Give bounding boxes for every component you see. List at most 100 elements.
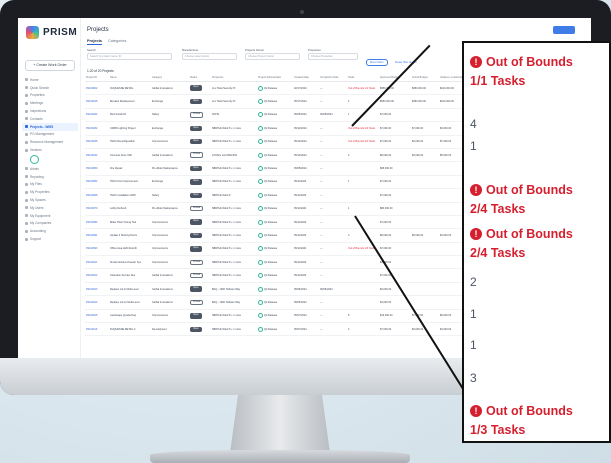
sidebar-item[interactable]: Home <box>22 76 78 84</box>
table-row[interactable]: P2100102 Collection Service Due Global Inn… <box>85 268 491 283</box>
user-icon <box>258 139 263 145</box>
table-row[interactable]: P2100104 Replace Lid on Multi-Level Global… <box>85 295 491 310</box>
table-cell <box>411 268 439 283</box>
table-cell[interactable]: P2100103 <box>85 282 109 297</box>
table-cell: Q4 Release <box>257 202 293 216</box>
table-row[interactable]: P2100068 HVAC Installation 2025 Safety Open… <box>85 188 491 203</box>
table-cell[interactable]: P2100015 <box>85 94 109 109</box>
table-row[interactable]: P2100050 Fire Repair Pre-Rider Maintenance… <box>85 161 491 176</box>
column-header[interactable]: Status <box>189 74 211 82</box>
table-cell[interactable]: P2100105 <box>85 309 109 324</box>
nav-icon <box>25 117 28 121</box>
sidebar-item[interactable]: Resource Management <box>22 138 78 146</box>
column-header[interactable]: Project Administrator <box>257 74 293 82</box>
sidebar-item[interactable]: Projects - WMS <box>22 122 78 131</box>
sidebar-item[interactable]: Reporting <box>22 173 78 181</box>
table-cell: — <box>319 121 347 136</box>
table-row[interactable]: P2100103 Replace Lid in Multi-Level Global… <box>85 282 491 297</box>
column-header[interactable]: Completion Date <box>319 74 347 82</box>
sidebar-item[interactable]: Vendors <box>22 146 78 154</box>
table-row[interactable]: P2100015 Elevator Replacement Exchange Open… <box>85 94 491 109</box>
table-cell[interactable]: P2100070 <box>85 202 109 216</box>
sidebar-item[interactable]: My Spaces <box>22 196 78 204</box>
tab-projects[interactable]: Projects <box>87 39 102 45</box>
column-header[interactable]: Category <box>151 74 189 82</box>
sidebar-item[interactable]: Admin <box>22 165 78 173</box>
sidebar-item[interactable]: Accounting <box>22 227 78 235</box>
sidebar-item[interactable]: Properties <box>22 92 78 100</box>
administrator-label: Q4 Release <box>264 86 278 90</box>
column-header[interactable]: Name <box>109 74 151 82</box>
table-row[interactable]: P2100002 DUQUESNE RETAIL Global Innovation… <box>85 81 491 96</box>
table-cell[interactable]: P2100080 <box>85 215 109 230</box>
column-header[interactable]: Tasks <box>347 74 379 82</box>
table-cell[interactable]: P2100102 <box>85 268 109 283</box>
table-cell: Global Innovations <box>151 282 189 297</box>
administrator-label: Q4 Release <box>264 100 278 104</box>
sidebar-item[interactable]: Contacts <box>22 115 78 123</box>
table-cell[interactable]: P2100104 <box>85 295 109 310</box>
table-cell[interactable]: P2100052 <box>85 175 109 190</box>
sidebar-item-label: My Users <box>30 205 44 210</box>
column-header[interactable]: Properties <box>211 74 257 82</box>
sidebar-item[interactable]: PO Management <box>22 131 78 139</box>
sidebar-item[interactable]: Quick Search <box>22 84 78 92</box>
table-cell: Q4 Release <box>257 94 293 109</box>
table-cell[interactable]: P2100068 <box>85 188 109 203</box>
table-cell[interactable]: P2100042 <box>85 148 109 163</box>
table-cell: LLL Hotel Security Pr <box>211 94 257 109</box>
nav-icon <box>25 78 28 82</box>
table-cell[interactable]: P2100035 <box>85 135 109 149</box>
table-cell: — <box>319 81 347 96</box>
create-work-order-button[interactable]: + Create Work Order <box>25 60 75 71</box>
logo[interactable]: PRISM <box>26 26 77 39</box>
table-cell: $3,000.00 <box>379 282 411 297</box>
column-header[interactable]: Created Date <box>293 74 319 82</box>
table-cell[interactable]: P2100091 <box>85 228 109 243</box>
table-cell[interactable]: P2100093 <box>85 242 109 257</box>
sidebar-item-label: Projects - WMS <box>30 124 54 129</box>
properties-select[interactable]: Choose Properties <box>308 53 358 60</box>
table-row[interactable]: P2100105 Landscape (productive) Improvemen… <box>85 309 491 324</box>
table-cell: Open <box>189 135 211 149</box>
table-row[interactable]: P2100032 CMMS Lighting Project Exchange Ope… <box>85 121 491 136</box>
table-cell: 05/06/2024 <box>293 295 319 310</box>
table-row[interactable]: P2100042 Concrete Zone Infill Global Innov… <box>85 148 491 163</box>
sidebar-item[interactable]: Meetings <box>22 99 78 107</box>
sidebar-item[interactable]: My Companies <box>22 220 78 228</box>
column-header[interactable]: Actual Budget <box>411 74 439 82</box>
column-header[interactable]: Project ID <box>85 74 109 82</box>
manufacturer-select[interactable]: Choose select option <box>182 53 237 60</box>
table-cell: Improvements <box>151 135 189 149</box>
table-cell[interactable]: P2100101 <box>85 255 109 270</box>
table-row[interactable]: P2100080 Boiler Plant Tuning Tool Improvem… <box>85 215 491 230</box>
sidebar-item-label: Home <box>30 77 39 82</box>
nav-toggle-icon[interactable] <box>30 154 39 164</box>
table-cell[interactable]: P2100022 <box>85 108 109 123</box>
table-cell[interactable]: P2100032 <box>85 121 109 136</box>
owner-select[interactable]: Choose Project Owner <box>245 53 300 60</box>
table-row[interactable]: P2100052 HVAC Duct Improvement Exchange Ope… <box>85 175 491 190</box>
more-filters-button[interactable]: More Filters <box>366 59 388 66</box>
table-cell[interactable]: P2100050 <box>85 161 109 176</box>
sidebar-item[interactable]: My Users <box>22 204 78 212</box>
search-input[interactable]: Search by project name, ID <box>87 53 172 60</box>
table-row[interactable]: P2100022 Roof Install 02 Safety Closed SOHS Q… <box>85 108 491 123</box>
sidebar-item[interactable]: My Files <box>22 181 78 189</box>
sidebar-item[interactable]: My Equipment <box>22 212 78 220</box>
tab-categories[interactable]: Categories <box>108 39 126 45</box>
table-cell[interactable]: P2100002 <box>85 81 109 96</box>
table-row[interactable]: P2100035 HVAC Reconfiguration Improvements… <box>85 135 491 149</box>
primary-action-button[interactable] <box>553 26 575 34</box>
sidebar-item-label: Contacts <box>30 116 43 121</box>
table-cell: $7,000.00 <box>379 135 411 149</box>
table-row[interactable]: P2100101 Smoke Exhaust Feeder Sys Improvem… <box>85 255 491 270</box>
table-cell[interactable]: P2100110 <box>85 322 109 337</box>
table-row[interactable]: P2100093 Office Area LED Retrofit Improvem… <box>85 242 491 257</box>
table-cell <box>347 295 379 310</box>
table-row[interactable]: P2100091 Update 3 Sticking Doors Improveme… <box>85 228 491 243</box>
sidebar-item[interactable]: Support <box>22 235 78 243</box>
sidebar-item[interactable]: Inspections <box>22 107 78 115</box>
table-row[interactable]: P2100070 Lobby Refresh Pre-Rider Maintenan… <box>85 202 491 216</box>
sidebar-item[interactable]: My Properties <box>22 188 78 196</box>
